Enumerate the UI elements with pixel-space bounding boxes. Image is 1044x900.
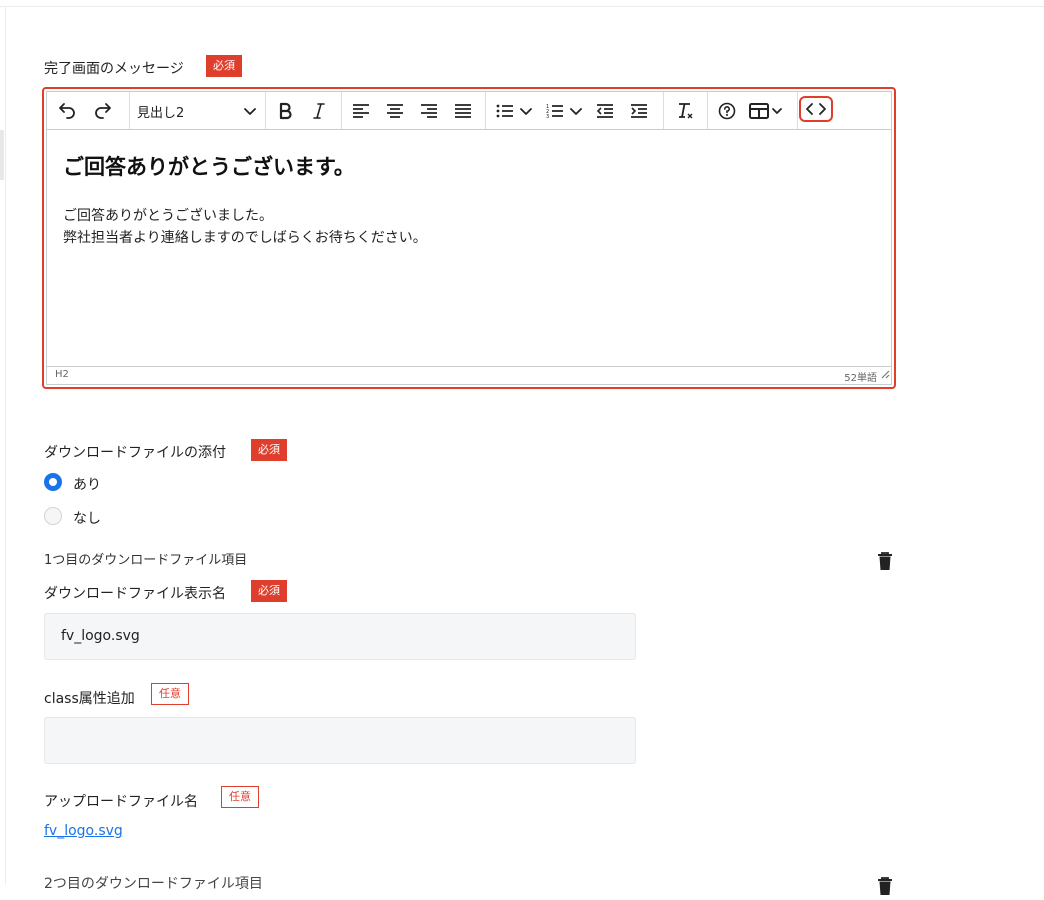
chevron-down-icon — [243, 103, 257, 122]
required-badge: 必須 — [206, 55, 242, 77]
content-heading: ご回答ありがとうございます。 — [63, 155, 355, 179]
outdent-icon[interactable] — [591, 97, 619, 125]
left-panel-edge — [0, 130, 4, 180]
bold-icon[interactable] — [271, 97, 299, 125]
insert-group — [707, 92, 798, 129]
align-right-icon[interactable] — [415, 97, 443, 125]
align-center-icon[interactable] — [381, 97, 409, 125]
display-name-value: fv_logo.svg — [61, 628, 140, 644]
svg-text:3: 3 — [546, 114, 549, 119]
editor-toolbar: 見出し2 1 2 3 — [47, 92, 891, 130]
bullet-list-dropdown-icon[interactable] — [517, 97, 535, 125]
align-left-icon[interactable] — [347, 97, 375, 125]
class-attr-label: class属性追加 — [44, 691, 135, 707]
bullet-list-icon[interactable] — [491, 97, 519, 125]
class-attr-optional-badge: 任意 — [151, 683, 189, 705]
list-group: 123 — [485, 92, 664, 129]
element-path[interactable]: H2 — [55, 369, 69, 380]
clear-format-icon[interactable] — [671, 97, 699, 125]
radio-yes-label[interactable]: あり — [73, 474, 101, 494]
alignment-group — [341, 92, 486, 129]
source-code-icon — [806, 103, 826, 115]
left-divider — [5, 7, 6, 884]
top-divider — [0, 6, 1044, 7]
rich-text-editor[interactable]: 見出し2 1 2 3 ご回答ありがとうございます。 ご回答ありがとうございました… — [42, 87, 896, 389]
trash-icon[interactable] — [876, 551, 894, 575]
block-format-select[interactable]: 見出し2 — [129, 92, 266, 129]
italic-icon[interactable] — [305, 97, 333, 125]
table-icon[interactable] — [747, 97, 787, 125]
redo-icon[interactable] — [89, 97, 117, 125]
help-icon[interactable] — [713, 97, 741, 125]
display-name-input[interactable]: fv_logo.svg — [44, 613, 636, 660]
attachment-required-badge: 必須 — [251, 439, 287, 461]
numbered-list-icon[interactable]: 123 — [541, 97, 569, 125]
radio-yes[interactable] — [44, 473, 62, 491]
radio-no[interactable] — [44, 507, 62, 525]
source-code-button[interactable] — [799, 96, 833, 122]
content-paragraph-line-1: ご回答ありがとうございました。 — [63, 208, 273, 224]
class-attr-input[interactable] — [44, 717, 636, 764]
radio-no-label[interactable]: なし — [73, 508, 101, 528]
file-item-2-title: 2つ目のダウンロードファイル項目 — [44, 876, 263, 892]
attachment-label: ダウンロードファイルの添付 — [44, 445, 226, 461]
history-group — [47, 92, 130, 129]
block-format-value: 見出し2 — [137, 106, 185, 121]
file-item-1-title: 1つ目のダウンロードファイル項目 — [44, 553, 248, 568]
align-justify-icon[interactable] — [449, 97, 477, 125]
resize-handle-icon[interactable] — [880, 364, 890, 383]
format-group — [265, 92, 342, 129]
trash-icon-2[interactable] — [876, 876, 894, 900]
display-name-required-badge: 必須 — [251, 580, 287, 602]
editor-content[interactable]: ご回答ありがとうございます。 ご回答ありがとうございました。 弊社担当者より連絡… — [47, 130, 891, 366]
undo-icon[interactable] — [53, 97, 81, 125]
upload-file-optional-badge: 任意 — [221, 786, 259, 808]
indent-icon[interactable] — [625, 97, 653, 125]
display-name-label: ダウンロードファイル表示名 — [44, 586, 226, 602]
upload-file-link[interactable]: fv_logo.svg — [44, 823, 123, 839]
message-label: 完了画面のメッセージ — [44, 61, 184, 77]
upload-file-label: アップロードファイル名 — [44, 794, 198, 810]
word-count[interactable]: 52単語 — [844, 369, 877, 384]
numbered-list-dropdown-icon[interactable] — [567, 97, 585, 125]
content-paragraph-line-2: 弊社担当者より連絡しますのでしばらくお待ちください。 — [63, 230, 427, 246]
clear-group — [663, 92, 708, 129]
editor-statusbar: H2 52単語 — [47, 366, 891, 384]
